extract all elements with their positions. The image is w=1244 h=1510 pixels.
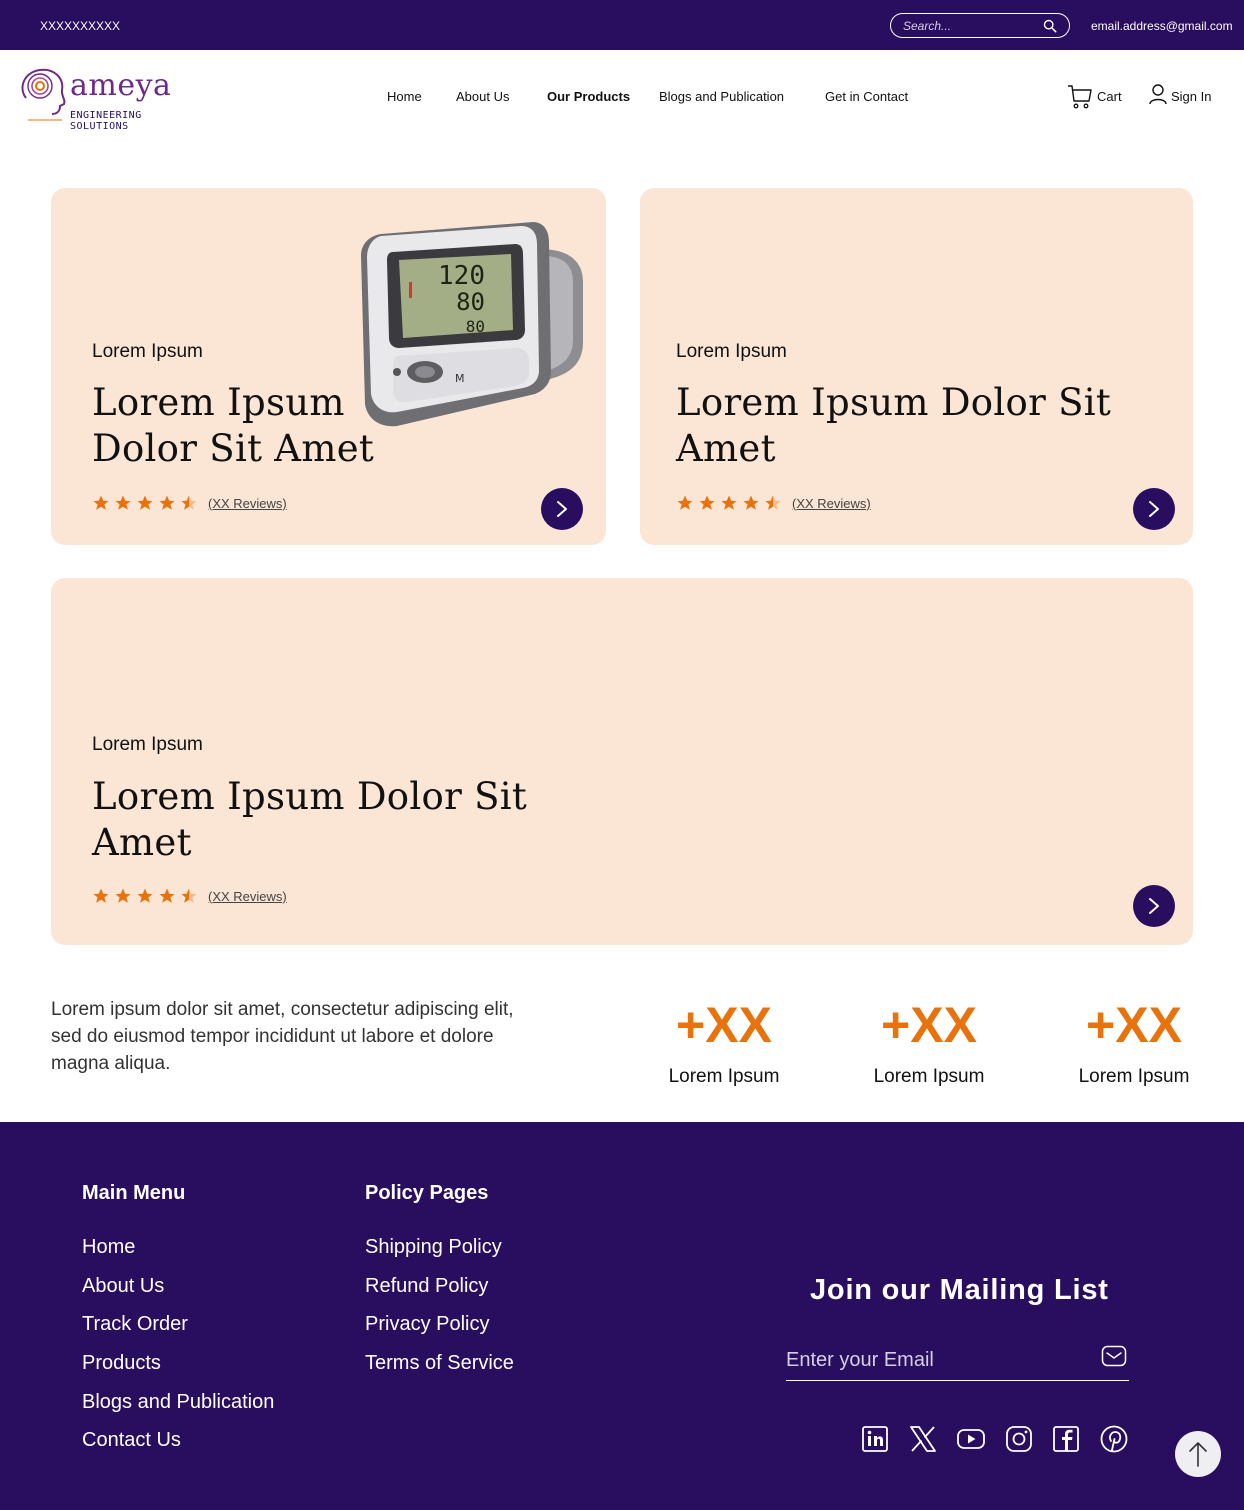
footer-link-track-order[interactable]: Track Order: [82, 1313, 188, 1336]
stat-block: +XX Lorem Ipsum: [1064, 996, 1204, 1088]
logo-tagline: ENGINEERING SOLUTIONS: [70, 110, 142, 132]
footer-link-about[interactable]: About Us: [82, 1275, 164, 1298]
star-icon: [159, 888, 175, 903]
star-icon: [115, 495, 131, 510]
card-kicker: Lorem Ipsum: [92, 734, 203, 755]
logo[interactable]: ameya ENGINEERING SOLUTIONS: [18, 64, 188, 132]
stat-block: +XX Lorem Ipsum: [859, 996, 999, 1088]
half-star-icon: [181, 495, 197, 510]
svg-text:80: 80: [466, 317, 485, 336]
linkedin-icon[interactable]: [860, 1424, 890, 1454]
logo-wordmark: ameya: [70, 68, 172, 103]
nav-about-us[interactable]: About Us: [456, 89, 509, 104]
star-icon: [93, 888, 109, 903]
blood-pressure-monitor-image: 120 80 80 M: [361, 222, 583, 427]
instagram-icon[interactable]: [1004, 1424, 1034, 1454]
youtube-icon[interactable]: [956, 1424, 986, 1454]
footer-policy-title: Policy Pages: [365, 1182, 489, 1204]
star-rating: (XX Reviews): [676, 493, 871, 513]
cart-icon: [1068, 85, 1092, 109]
product-card[interactable]: 120 80 80 M Lorem Ipsum Lorem Ipsum Dolo…: [51, 188, 606, 545]
card-arrow-button[interactable]: [1133, 488, 1175, 530]
footer: Main Menu Home About Us Track Order Prod…: [0, 1122, 1244, 1510]
x-icon[interactable]: [908, 1424, 938, 1454]
footer-link-home[interactable]: Home: [82, 1236, 135, 1259]
about-text: Lorem ipsum dolor sit amet, consectetur …: [51, 999, 514, 1074]
stat-value: +XX: [881, 997, 977, 1053]
star-icon: [743, 495, 759, 510]
star-icon: [677, 495, 693, 510]
half-star-icon: [181, 888, 197, 903]
stat-label: Lorem Ipsum: [668, 1066, 780, 1087]
nav-home[interactable]: Home: [387, 89, 422, 104]
footer-link-refund[interactable]: Refund Policy: [365, 1275, 488, 1298]
search-box[interactable]: [890, 13, 1070, 38]
footer-link-contact[interactable]: Contact Us: [82, 1429, 181, 1452]
card-title: Lorem Ipsum Dolor Sit Amet: [676, 381, 1112, 470]
back-to-top-button[interactable]: [1175, 1431, 1221, 1477]
chevron-right-icon: [1149, 898, 1159, 914]
mailing-list-title: Join our Mailing List: [810, 1274, 1109, 1306]
phone-number: XXXXXXXXXX: [40, 19, 121, 33]
nav-blogs[interactable]: Blogs and Publication: [659, 89, 784, 104]
star-icon: [699, 495, 715, 510]
svg-text:80: 80: [456, 288, 485, 316]
main-nav: ameya ENGINEERING SOLUTIONS Home About U…: [0, 50, 1244, 145]
stat-block: +XX Lorem Ipsum: [654, 996, 794, 1088]
star-icon: [137, 888, 153, 903]
search-icon[interactable]: [1043, 19, 1057, 33]
footer-link-privacy[interactable]: Privacy Policy: [365, 1313, 489, 1336]
cart-label: Cart: [1097, 89, 1122, 104]
logo-head-icon: [21, 68, 66, 121]
reviews-link[interactable]: (XX Reviews): [208, 889, 287, 904]
half-star-icon: [765, 495, 781, 510]
star-rating: (XX Reviews): [92, 886, 287, 906]
card-title: Lorem Ipsum Dolor Sit Amet: [92, 381, 375, 470]
footer-link-shipping[interactable]: Shipping Policy: [365, 1236, 502, 1259]
card-kicker: Lorem Ipsum: [676, 341, 787, 362]
stat-label: Lorem Ipsum: [1078, 1066, 1190, 1087]
card-kicker: Lorem Ipsum: [92, 341, 203, 362]
chevron-right-icon: [557, 501, 567, 517]
card-arrow-button[interactable]: [541, 488, 583, 530]
footer-link-terms[interactable]: Terms of Service: [365, 1352, 514, 1375]
arrow-up-icon: [1189, 1442, 1207, 1467]
footer-link-blogs[interactable]: Blogs and Publication: [82, 1391, 274, 1414]
footer-main-menu-title: Main Menu: [82, 1182, 186, 1204]
reviews-link[interactable]: (XX Reviews): [208, 496, 287, 511]
reviews-link[interactable]: (XX Reviews): [792, 496, 871, 511]
star-rating: (XX Reviews): [92, 493, 287, 513]
search-input[interactable]: [903, 17, 1043, 35]
product-card[interactable]: Lorem Ipsum Lorem Ipsum Dolor Sit Amet (…: [640, 188, 1193, 545]
chevron-right-icon: [1149, 501, 1159, 517]
product-card-wide[interactable]: Lorem Ipsum Lorem Ipsum Dolor Sit Amet (…: [51, 578, 1193, 945]
contact-email[interactable]: email.address@gmail.com: [1091, 19, 1233, 33]
send-email-icon[interactable]: [1101, 1345, 1127, 1367]
stat-value: +XX: [676, 997, 772, 1053]
stat-value: +XX: [1086, 997, 1182, 1053]
card-title: Lorem Ipsum Dolor Sit Amet: [92, 775, 528, 864]
nav-contact[interactable]: Get in Contact: [825, 89, 908, 104]
top-bar: XXXXXXXXXX email.address@gmail.com: [0, 0, 1244, 50]
stat-label: Lorem Ipsum: [873, 1066, 985, 1087]
user-icon: [1149, 84, 1167, 105]
signin-link[interactable]: Sign In: [1148, 83, 1211, 110]
signin-label: Sign In: [1171, 89, 1212, 104]
svg-text:M: M: [455, 372, 465, 385]
email-input[interactable]: [786, 1346, 1086, 1374]
star-icon: [721, 495, 737, 510]
star-icon: [93, 495, 109, 510]
footer-link-products[interactable]: Products: [82, 1352, 161, 1375]
facebook-icon[interactable]: [1051, 1424, 1081, 1454]
star-icon: [115, 888, 131, 903]
star-icon: [137, 495, 153, 510]
cart-link[interactable]: Cart: [1066, 82, 1122, 109]
card-arrow-button[interactable]: [1133, 885, 1175, 927]
mailing-form: [786, 1341, 1129, 1381]
svg-text:120: 120: [438, 261, 485, 291]
pinterest-icon[interactable]: [1099, 1424, 1129, 1454]
star-icon: [159, 495, 175, 510]
nav-our-products[interactable]: Our Products: [547, 89, 630, 104]
